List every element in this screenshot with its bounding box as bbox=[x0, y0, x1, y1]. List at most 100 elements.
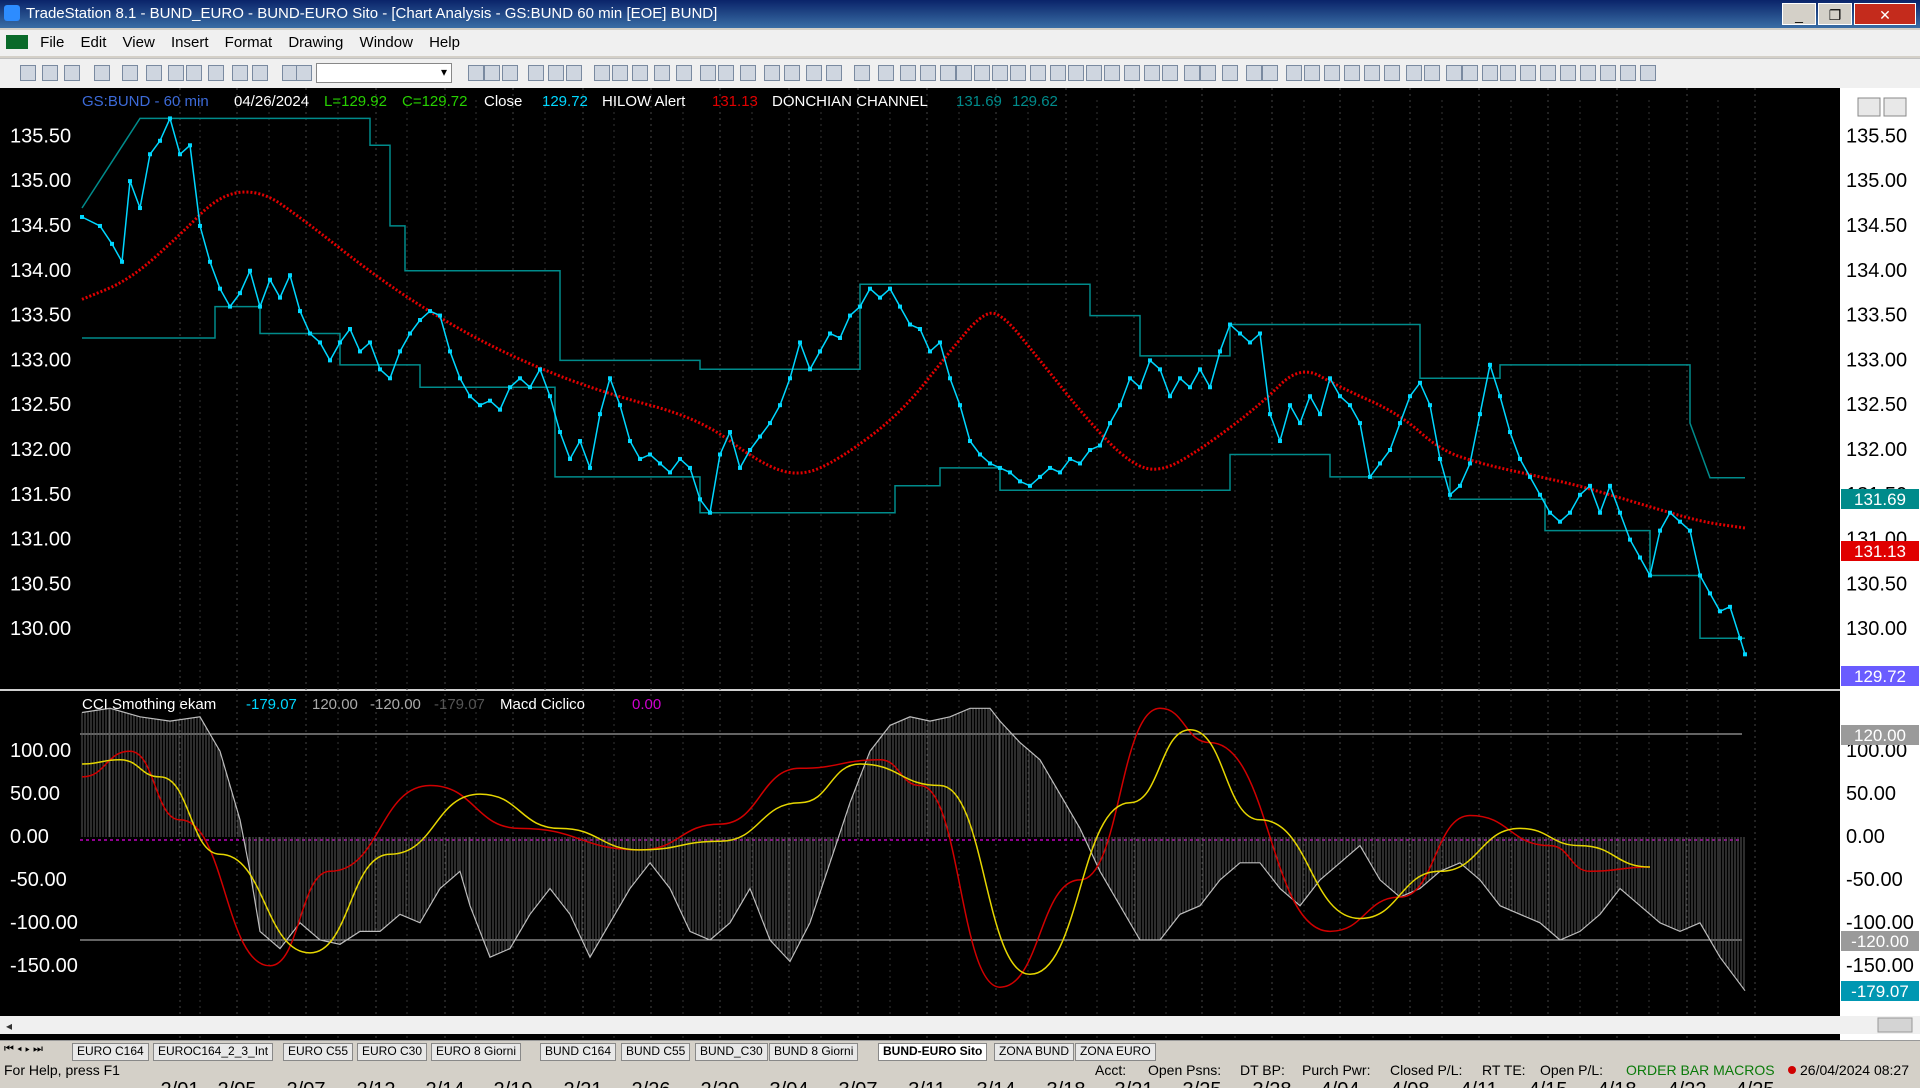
toolbar-tool-67-icon[interactable] bbox=[1540, 65, 1556, 81]
toolbar-tool-51-icon[interactable] bbox=[1222, 65, 1238, 81]
toolbar-tool-18-icon[interactable] bbox=[548, 65, 564, 81]
toolbar-tool-53-icon[interactable] bbox=[1262, 65, 1278, 81]
tab-11[interactable]: ZONA EURO bbox=[1075, 1043, 1156, 1061]
toolbar-tool-39-icon[interactable] bbox=[992, 65, 1008, 81]
pane-minimize-button[interactable] bbox=[1857, 97, 1881, 117]
toolbar-tool-68-icon[interactable] bbox=[1560, 65, 1576, 81]
chart-window[interactable]: 135.50 135.50 135.00 135.00 134.50 134.50 134.… bbox=[0, 88, 1920, 1088]
maximize-button[interactable]: ❐ bbox=[1818, 3, 1852, 25]
toolbar-tool-46-icon[interactable] bbox=[1124, 65, 1140, 81]
toolbar-tool-45-icon[interactable] bbox=[1104, 65, 1120, 81]
toolbar-tool-36-icon[interactable] bbox=[940, 65, 956, 81]
toolbar-tool-69-icon[interactable] bbox=[1580, 65, 1596, 81]
toolbar-tool-70-icon[interactable] bbox=[1600, 65, 1616, 81]
toolbar-tool-25-icon[interactable] bbox=[700, 65, 716, 81]
toolbar-tool-72-icon[interactable] bbox=[1640, 65, 1656, 81]
toolbar-tool-5-icon[interactable] bbox=[122, 65, 138, 81]
minimize-button[interactable]: _ bbox=[1782, 3, 1816, 25]
toolbar-tool-10-icon[interactable] bbox=[232, 65, 248, 81]
tab-nav-arrows[interactable]: ⏮ ◂ ▸ ⏭ bbox=[4, 1043, 43, 1056]
toolbar-tool-35-icon[interactable] bbox=[920, 65, 936, 81]
toolbar-tool-60-icon[interactable] bbox=[1406, 65, 1422, 81]
toolbar-tool-59-icon[interactable] bbox=[1384, 65, 1400, 81]
menu-view[interactable]: View bbox=[117, 30, 161, 55]
scroll-thumb[interactable] bbox=[1877, 1017, 1913, 1033]
toolbar-tool-20-icon[interactable] bbox=[594, 65, 610, 81]
toolbar-tool-28-icon[interactable] bbox=[764, 65, 780, 81]
toolbar-tool-64-icon[interactable] bbox=[1482, 65, 1498, 81]
toolbar-tool-7-icon[interactable] bbox=[168, 65, 184, 81]
toolbar-tool-3-icon[interactable] bbox=[64, 65, 80, 81]
toolbar-tool-66-icon[interactable] bbox=[1520, 65, 1536, 81]
tab-7[interactable]: BUND_C30 bbox=[695, 1043, 768, 1061]
toolbar-tool-26-icon[interactable] bbox=[718, 65, 734, 81]
toolbar-tool-33-icon[interactable] bbox=[878, 65, 894, 81]
tab-6[interactable]: BUND C55 bbox=[621, 1043, 691, 1061]
pane-restore-button[interactable] bbox=[1883, 97, 1907, 117]
tab-0[interactable]: EURO C164 bbox=[72, 1043, 149, 1061]
toolbar-tool-65-icon[interactable] bbox=[1500, 65, 1516, 81]
toolbar-tool-9-icon[interactable] bbox=[208, 65, 224, 81]
tab-5[interactable]: BUND C164 bbox=[540, 1043, 617, 1061]
toolbar-tool-63-icon[interactable] bbox=[1462, 65, 1478, 81]
toolbar-tool-30-icon[interactable] bbox=[806, 65, 822, 81]
toolbar-tool-42-icon[interactable] bbox=[1050, 65, 1066, 81]
toolbar-tool-31-icon[interactable] bbox=[826, 65, 842, 81]
toolbar-tool-13-icon[interactable] bbox=[296, 65, 312, 81]
symbol-combo[interactable]: ▾ bbox=[316, 63, 452, 83]
toolbar-tool-24-icon[interactable] bbox=[676, 65, 692, 81]
tab-2[interactable]: EURO C55 bbox=[283, 1043, 354, 1061]
toolbar-tool-34-icon[interactable] bbox=[900, 65, 916, 81]
toolbar-tool-50-icon[interactable] bbox=[1200, 65, 1216, 81]
menu-file[interactable]: File bbox=[34, 30, 70, 55]
toolbar-tool-56-icon[interactable] bbox=[1324, 65, 1340, 81]
toolbar-tool-48-icon[interactable] bbox=[1162, 65, 1178, 81]
toolbar-tool-16-icon[interactable] bbox=[502, 65, 518, 81]
toolbar-tool-44-icon[interactable] bbox=[1086, 65, 1102, 81]
toolbar-tool-6-icon[interactable] bbox=[146, 65, 162, 81]
menu-insert[interactable]: Insert bbox=[165, 30, 215, 55]
close-button[interactable]: ✕ bbox=[1854, 3, 1916, 25]
toolbar-tool-15-icon[interactable] bbox=[484, 65, 500, 81]
toolbar-tool-38-icon[interactable] bbox=[974, 65, 990, 81]
toolbar-tool-17-icon[interactable] bbox=[528, 65, 544, 81]
toolbar-tool-19-icon[interactable] bbox=[566, 65, 582, 81]
toolbar-tool-23-icon[interactable] bbox=[654, 65, 670, 81]
toolbar-tool-41-icon[interactable] bbox=[1030, 65, 1046, 81]
toolbar-tool-27-icon[interactable] bbox=[740, 65, 756, 81]
tab-1[interactable]: EUROC164_2_3_Int bbox=[153, 1043, 274, 1061]
toolbar-tool-11-icon[interactable] bbox=[252, 65, 268, 81]
toolbar-tool-40-icon[interactable] bbox=[1010, 65, 1026, 81]
toolbar-tool-8-icon[interactable] bbox=[186, 65, 202, 81]
scroll-left-icon[interactable]: ◂ bbox=[6, 1019, 12, 1033]
tab-4[interactable]: EURO 8 Giorni bbox=[431, 1043, 522, 1061]
toolbar-tool-57-icon[interactable] bbox=[1344, 65, 1360, 81]
toolbar-tool-14-icon[interactable] bbox=[468, 65, 484, 81]
toolbar-tool-43-icon[interactable] bbox=[1068, 65, 1084, 81]
tab-9[interactable]: BUND-EURO Sito bbox=[878, 1043, 988, 1061]
menu-help[interactable]: Help bbox=[423, 30, 466, 55]
toolbar-tool-61-icon[interactable] bbox=[1424, 65, 1440, 81]
tab-10[interactable]: ZONA BUND bbox=[994, 1043, 1075, 1061]
toolbar-tool-58-icon[interactable] bbox=[1364, 65, 1380, 81]
toolbar-tool-37-icon[interactable] bbox=[956, 65, 972, 81]
toolbar-tool-29-icon[interactable] bbox=[784, 65, 800, 81]
horizontal-scrollbar[interactable] bbox=[0, 1016, 1920, 1034]
toolbar-tool-4-icon[interactable] bbox=[94, 65, 110, 81]
chart-doc-icon[interactable] bbox=[6, 35, 28, 49]
toolbar-tool-62-icon[interactable] bbox=[1446, 65, 1462, 81]
menu-format[interactable]: Format bbox=[219, 30, 279, 55]
toolbar-tool-71-icon[interactable] bbox=[1620, 65, 1636, 81]
toolbar-tool-49-icon[interactable] bbox=[1184, 65, 1200, 81]
toolbar-tool-1-icon[interactable] bbox=[20, 65, 36, 81]
toolbar-tool-21-icon[interactable] bbox=[612, 65, 628, 81]
status-order-bar-macros[interactable]: ORDER BAR MACROS bbox=[1626, 1062, 1775, 1078]
toolbar-tool-55-icon[interactable] bbox=[1304, 65, 1320, 81]
toolbar-tool-22-icon[interactable] bbox=[632, 65, 648, 81]
toolbar-tool-32-icon[interactable] bbox=[854, 65, 870, 81]
menu-edit[interactable]: Edit bbox=[75, 30, 113, 55]
menu-drawing[interactable]: Drawing bbox=[282, 30, 349, 55]
toolbar-tool-52-icon[interactable] bbox=[1246, 65, 1262, 81]
tab-3[interactable]: EURO C30 bbox=[357, 1043, 428, 1061]
tab-8[interactable]: BUND 8 Giorni bbox=[769, 1043, 859, 1061]
